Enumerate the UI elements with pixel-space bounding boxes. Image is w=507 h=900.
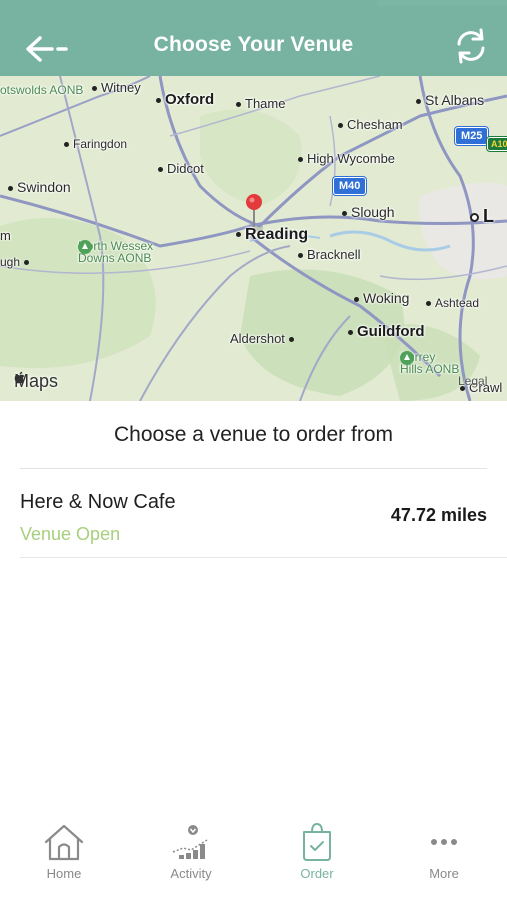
map-place-high-wycombe: High Wycombe — [298, 151, 395, 166]
road-shield-a10: A10 — [487, 137, 507, 151]
place-label: Bracknell — [307, 247, 361, 262]
place-dot-icon — [236, 232, 241, 238]
place-dot-icon — [298, 157, 303, 163]
map-place-surrey-hills: Surrey Hills AONB — [400, 351, 459, 375]
map-place-didcot: Didcot — [158, 161, 204, 176]
map-place-guildford: Guildford — [348, 323, 425, 340]
place-dot-icon — [64, 142, 69, 148]
map-place-faringdon: Faringdon — [64, 137, 127, 151]
place-dot-icon — [24, 260, 30, 266]
tab-label: Activity — [170, 866, 212, 881]
refresh-icon — [457, 28, 485, 64]
tab-label: More — [429, 866, 459, 881]
tab-label: Home — [46, 866, 82, 881]
park-icon — [78, 240, 92, 254]
place-label: Ashtead — [435, 296, 480, 310]
place-label: High Wycombe — [307, 151, 396, 166]
place-label: L — [483, 206, 494, 226]
map-legal-link[interactable]: Legal — [458, 374, 487, 388]
venue-name: Here & Now Cafe — [20, 491, 176, 513]
place-label: m — [0, 228, 11, 243]
map-place-north-wessex: North Wessex Downs AONB — [78, 240, 153, 264]
place-label: Didcot — [167, 161, 204, 176]
place-label: ugh — [0, 255, 21, 269]
page-title: Choose Your Venue — [153, 33, 354, 56]
place-dot-icon — [298, 253, 303, 259]
tab-label: Order — [300, 866, 334, 881]
venue-distance: 47.72 miles — [390, 505, 487, 525]
bottom-tab-bar: Home Activity Order More — [0, 810, 507, 900]
map-place-slough: Slough — [342, 204, 395, 220]
map-place-bracknell: Bracknell — [298, 247, 360, 262]
place-dot-icon — [156, 97, 161, 103]
place-label: otswolds AONB — [0, 83, 84, 97]
shopping-bag-icon — [303, 822, 331, 861]
place-label: Chesham — [347, 117, 403, 132]
place-label: St Albans — [425, 92, 485, 108]
place-label: Witney — [101, 80, 141, 95]
home-icon — [44, 824, 84, 861]
apple-logo-icon — [14, 371, 25, 384]
place-label: Faringdon — [73, 137, 128, 151]
section-heading: Choose a venue to order from — [114, 423, 393, 446]
place-dot-icon — [92, 86, 97, 92]
map-place-st-albans: St Albans — [416, 92, 484, 108]
activity-icon — [172, 825, 208, 859]
map-place-swindon: Swindon — [8, 179, 71, 195]
app-header: Choose Your Venue — [0, 0, 507, 76]
place-dot-icon — [158, 167, 163, 173]
tab-home[interactable]: Home — [14, 822, 114, 892]
place-label: Swindon — [17, 179, 71, 195]
tab-order[interactable]: Order — [267, 822, 367, 892]
place-label: Guildford — [357, 323, 425, 340]
tab-activity[interactable]: Activity — [141, 822, 241, 892]
road-shield-m40: M40 — [333, 177, 367, 195]
place-label: Woking — [363, 290, 410, 306]
venue-pin-icon[interactable] — [245, 193, 263, 233]
place-dot-icon — [470, 212, 479, 222]
map-place-chesham: Chesham — [338, 117, 403, 132]
place-label: Aldershot — [230, 331, 285, 346]
venue-list-item[interactable]: Here & Now Cafe Venue Open 47.72 miles — [0, 469, 507, 558]
road-shield-m25: M25 — [455, 127, 489, 145]
map-place-ashtead: Ashtead — [426, 296, 479, 310]
status-bar-fragment — [377, 0, 507, 6]
place-dot-icon — [342, 210, 347, 216]
map-place-aldershot: Aldershot — [230, 331, 298, 346]
place-label: Oxford — [165, 91, 215, 108]
place-dot-icon — [288, 337, 294, 343]
place-label: Thame — [245, 96, 286, 111]
refresh-button[interactable] — [453, 26, 489, 66]
map-place-oxford: Oxford — [156, 91, 214, 108]
venue-status: Venue Open — [20, 524, 121, 544]
map-place-witney: Witney — [92, 80, 141, 95]
more-icon — [431, 839, 457, 845]
place-dot-icon — [354, 296, 359, 302]
park-icon — [400, 351, 414, 365]
map-place-woking: Woking — [354, 290, 409, 306]
place-label: Slough — [351, 204, 395, 220]
place-dot-icon — [348, 329, 353, 335]
place-dot-icon — [8, 185, 13, 191]
map-place-cotswolds: otswolds AONB — [0, 84, 83, 96]
map-place-london: L — [470, 206, 494, 227]
place-dot-icon — [236, 102, 241, 108]
map-place-thame: Thame — [236, 96, 285, 111]
place-dot-icon — [426, 301, 431, 307]
map-place-m: m — [0, 228, 11, 243]
apple-maps-attribution[interactable]: Maps — [14, 371, 58, 392]
place-dot-icon — [416, 98, 421, 104]
place-dot-icon — [338, 123, 343, 129]
tab-more[interactable]: More — [394, 822, 494, 892]
venue-map[interactable]: Witney Oxford Thame St Albans otswolds A… — [0, 76, 507, 401]
map-place-ugh: ugh — [0, 255, 33, 269]
divider — [20, 557, 507, 558]
